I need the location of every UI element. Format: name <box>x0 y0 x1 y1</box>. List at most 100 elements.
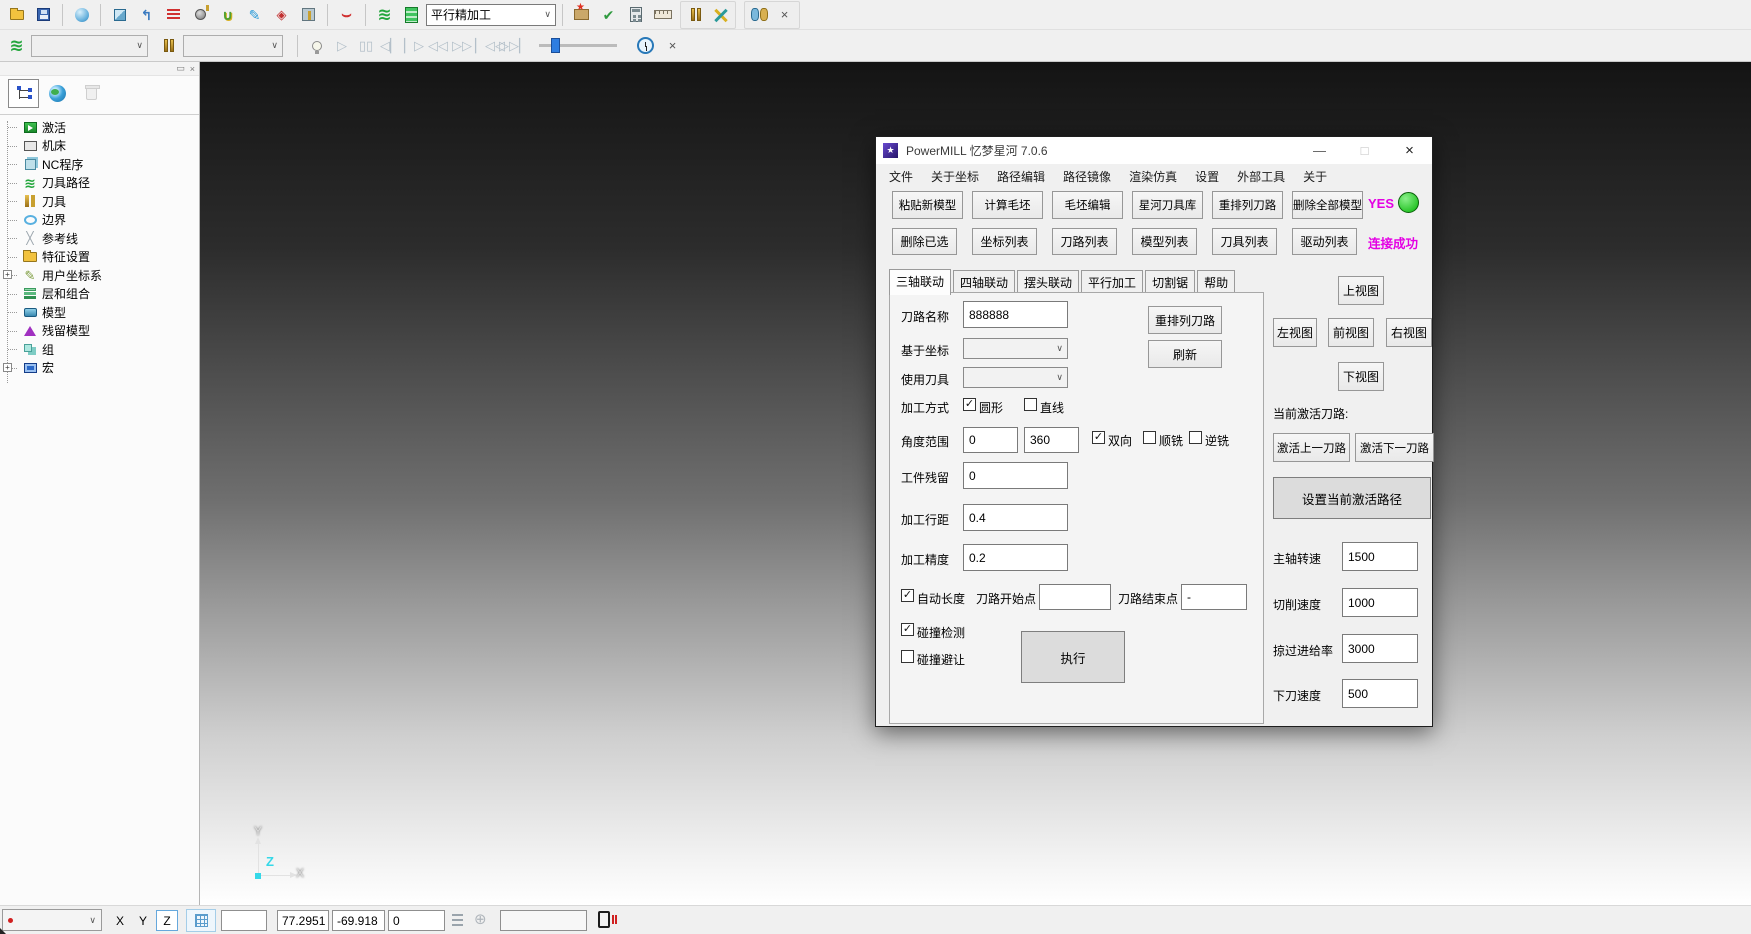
strategy-combo[interactable]: 平行精加工 ∨ <box>426 4 556 26</box>
tree-item-refline[interactable]: ╳参考线 <box>0 229 199 248</box>
dir-both-checkbox[interactable]: ✓ <box>1092 431 1105 444</box>
verify-icon[interactable]: ✔ <box>596 3 621 27</box>
plunge-feed-input[interactable]: 500 <box>1342 679 1418 708</box>
model-box-icon[interactable] <box>107 3 132 27</box>
step-forward-button[interactable]: ▏▷ <box>403 38 425 54</box>
open-project-icon[interactable] <box>4 3 29 27</box>
coord-combo[interactable]: ∨ <box>963 338 1068 359</box>
sim-tool-combo[interactable]: ∨ <box>183 35 283 57</box>
minimize-button[interactable]: — <box>1297 137 1342 164</box>
tab-4axis[interactable]: 四轴联动 <box>953 270 1015 294</box>
toolpath-name-input[interactable]: 888888 <box>963 301 1068 328</box>
tree-item-activate[interactable]: 激活 <box>0 118 199 137</box>
menu-coords[interactable]: 关于坐标 <box>922 168 988 185</box>
calculator-icon[interactable] <box>623 3 648 27</box>
xyz-list-icon[interactable] <box>452 913 465 927</box>
start-point-input[interactable] <box>1039 584 1111 610</box>
cylinders-icon[interactable] <box>747 3 772 27</box>
slider-handle[interactable] <box>551 38 560 53</box>
angle-from-input[interactable]: 0 <box>963 427 1018 453</box>
tree-item-model[interactable]: 模型 <box>0 303 199 322</box>
rearrange-toolpaths-button[interactable]: 重排列刀路 <box>1212 191 1283 219</box>
dialog-titlebar[interactable]: ★ PowerMILL 忆梦星河 7.0.6 — □ × <box>876 137 1432 164</box>
probe-axis-icon[interactable]: ⊕ <box>474 910 487 928</box>
sim-toolpath-combo[interactable]: ∨ <box>31 35 148 57</box>
dir-climb-checkbox[interactable] <box>1143 431 1156 444</box>
tool-combo[interactable]: ∨ <box>963 367 1068 388</box>
menu-external-tools[interactable]: 外部工具 <box>1228 168 1294 185</box>
save-project-icon[interactable] <box>31 3 56 27</box>
skim-feed-input[interactable]: 3000 <box>1342 634 1418 663</box>
tools-icon[interactable] <box>156 34 181 58</box>
tree-item-nc-program[interactable]: NC程序 <box>0 155 199 174</box>
auto-length-checkbox[interactable]: ✓ <box>901 589 914 602</box>
tree-item-boundary[interactable]: 边界 <box>0 211 199 230</box>
end-point-input[interactable]: - <box>1181 584 1247 610</box>
tool-ball-icon[interactable] <box>188 3 213 27</box>
snap-field[interactable] <box>221 910 267 931</box>
spindle-speed-input[interactable]: 1500 <box>1342 542 1418 571</box>
mode-circle-checkbox[interactable]: ✓ <box>963 398 976 411</box>
axis-x-button[interactable]: X <box>110 910 130 931</box>
coord-y-field[interactable]: -69.918 <box>332 910 385 931</box>
measure-icon[interactable] <box>650 3 675 27</box>
stock-input[interactable]: 0 <box>963 462 1068 489</box>
speed-slider[interactable] <box>539 44 617 47</box>
feed-rate-icon[interactable] <box>161 3 186 27</box>
activate-prev-button[interactable]: 激活上一刀路 <box>1273 433 1350 462</box>
tab-help[interactable]: 帮助 <box>1197 270 1235 294</box>
view-bottom-button[interactable]: 下视图 <box>1338 362 1384 391</box>
view-front-button[interactable]: 前视图 <box>1328 318 1374 347</box>
view-right-button[interactable]: 右视图 <box>1386 318 1432 347</box>
tab-recycle[interactable] <box>76 79 107 108</box>
close-button[interactable]: × <box>1387 137 1432 164</box>
tolerance-input[interactable]: 0.2 <box>963 544 1068 571</box>
tool-list-button[interactable]: 刀具列表 <box>1212 228 1277 255</box>
dir-conv-checkbox[interactable] <box>1189 431 1202 444</box>
menu-file[interactable]: 文件 <box>880 168 922 185</box>
panel-close-icon[interactable]: × <box>190 64 195 74</box>
tab-swivel[interactable]: 摆头联动 <box>1017 270 1079 294</box>
expand-icon[interactable]: + <box>3 363 12 372</box>
menu-about[interactable]: 关于 <box>1294 168 1336 185</box>
tree-item-tools[interactable]: 刀具 <box>0 192 199 211</box>
collision-check-checkbox[interactable]: ✓ <box>901 623 914 636</box>
tab-3axis[interactable]: 三轴联动 <box>889 269 951 295</box>
tree-item-ucs[interactable]: +✎用户坐标系 <box>0 266 199 285</box>
pattern-icon[interactable]: ◈ <box>269 3 294 27</box>
set-active-path-button[interactable]: 设置当前激活路径 <box>1273 477 1431 519</box>
toolpath-icon[interactable]: ≋ <box>4 34 29 58</box>
refresh-button[interactable]: 刷新 <box>1148 340 1222 368</box>
tree-item-stock-model[interactable]: 残留模型 <box>0 322 199 341</box>
menu-path-edit[interactable]: 路径编辑 <box>988 168 1054 185</box>
toolbar-close-icon[interactable]: × <box>772 3 797 27</box>
activate-next-button[interactable]: 激活下一刀路 <box>1355 433 1434 462</box>
axis-z-button[interactable]: Z <box>156 910 178 931</box>
block-icon[interactable] <box>69 3 94 27</box>
view-left-button[interactable]: 左视图 <box>1273 318 1317 347</box>
menu-render-sim[interactable]: 渲染仿真 <box>1120 168 1186 185</box>
tree-item-macro[interactable]: +宏 <box>0 359 199 378</box>
rearrange-button[interactable]: 重排列刀路 <box>1148 306 1222 334</box>
strategy-list-icon[interactable] <box>399 3 424 27</box>
delete-selected-button[interactable]: 删除已选 <box>892 228 957 255</box>
status-extra-field[interactable] <box>500 910 587 931</box>
execute-button[interactable]: 执行 <box>1021 631 1125 683</box>
coord-x-field[interactable]: 77.2951 <box>277 910 329 931</box>
fast-forward-button[interactable]: ▷▷ <box>451 38 473 54</box>
toolbox-icon[interactable]: ★ <box>569 3 594 27</box>
model-list-button[interactable]: 模型列表 <box>1132 228 1197 255</box>
tree-item-machine[interactable]: 机床 <box>0 137 199 156</box>
expand-icon[interactable]: + <box>3 270 12 279</box>
calc-block-button[interactable]: 计算毛坯 <box>972 191 1043 219</box>
maximize-button[interactable]: □ <box>1342 137 1387 164</box>
menu-path-mirror[interactable]: 路径镜像 <box>1054 168 1120 185</box>
clock-icon[interactable] <box>633 34 658 58</box>
tree-item-group[interactable]: 组 <box>0 340 199 359</box>
cutting-feed-input[interactable]: 1000 <box>1342 588 1418 617</box>
go-end-button[interactable]: ▷▷▏ <box>499 38 521 54</box>
stepover-input[interactable]: 0.4 <box>963 504 1068 531</box>
angle-to-input[interactable]: 360 <box>1024 427 1079 453</box>
go-start-button[interactable]: ▏◁◁ <box>475 38 497 54</box>
tree-item-toolpaths[interactable]: ≋刀具路径 <box>0 174 199 193</box>
